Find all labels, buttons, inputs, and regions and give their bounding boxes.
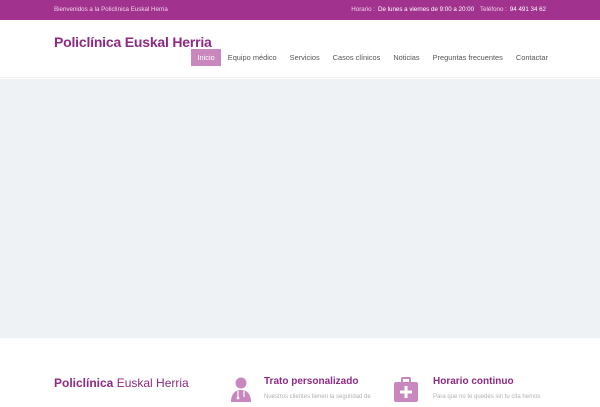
brand-bold: Policlínica	[54, 376, 114, 390]
feature-title-horario: Horario continuo	[433, 376, 514, 387]
schedule-value: De lunes a viernes de 9:00 a 20:00	[378, 6, 475, 13]
feature-text-horario: Para que no te quedes sin tu cita hemos	[433, 394, 541, 400]
feature-title-trato: Trato personalizado	[264, 376, 359, 387]
nav-item-inicio[interactable]: Inicio	[191, 49, 222, 66]
nav-item-contactar[interactable]: Contactar	[509, 49, 554, 66]
feature-text-trato: Nuestros clientes tienen la seguridad de	[264, 394, 371, 400]
phone-value[interactable]: 94 491 34 62	[510, 6, 546, 13]
phone-label: Teléfono :	[480, 6, 507, 13]
doctor-icon	[228, 376, 254, 402]
welcome-text: Bienvenidos a la Policlínica Euskal Herr…	[54, 6, 168, 13]
nav-item-preguntas-frecuentes[interactable]: Preguntas frecuentes	[426, 49, 509, 66]
medical-kit-icon	[393, 376, 419, 402]
hero-banner	[0, 79, 600, 338]
schedule-label: Horario :	[351, 6, 376, 13]
nav-item-noticias[interactable]: Noticias	[387, 49, 426, 66]
site-header: Policlínica Euskal Herria Inicio Equipo …	[0, 20, 600, 78]
nav-item-casos-clinicos[interactable]: Casos clínicos	[326, 49, 387, 66]
nav-item-equipo-medico[interactable]: Equipo médico	[221, 49, 283, 66]
contact-info: Horario : De lunes a viernes de 9:00 a 20…	[351, 6, 546, 13]
nav-item-servicios[interactable]: Servicios	[283, 49, 326, 66]
brand-heading: Policlínica Euskal Herria	[54, 376, 189, 390]
brand-rest: Euskal Herria	[113, 376, 189, 390]
top-bar: Bienvenidos a la Policlínica Euskal Herr…	[0, 0, 600, 20]
site-logo[interactable]: Policlínica Euskal Herria	[54, 34, 212, 50]
intro-section: Policlínica Euskal Herria Trato personal…	[0, 338, 600, 402]
main-nav: Inicio Equipo médico Servicios Casos clí…	[191, 49, 554, 66]
